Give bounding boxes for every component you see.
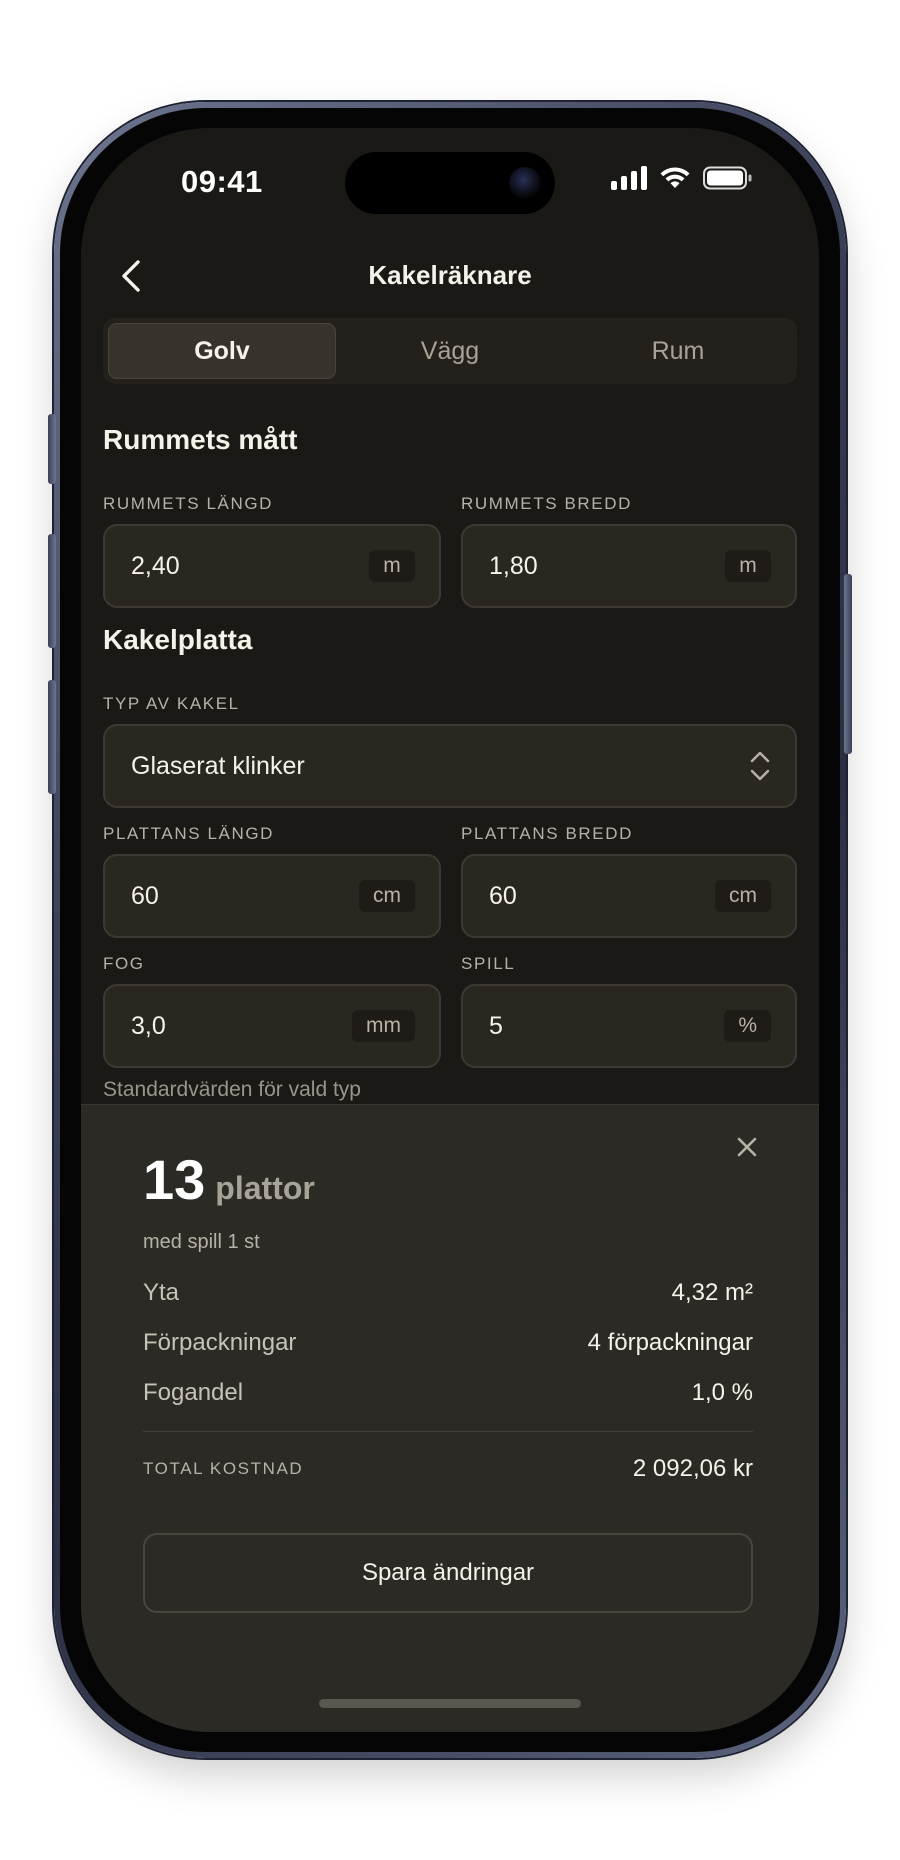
tile-width-input[interactable]: 60 cm xyxy=(461,854,797,938)
joint-value: 3,0 xyxy=(131,1011,166,1040)
joint-share-value: 1,0 % xyxy=(691,1379,753,1406)
tile-section-title: Kakelplatta xyxy=(103,624,253,655)
tile-width-unit: cm xyxy=(715,880,771,912)
total-cost-value: 2 092,06 kr xyxy=(632,1455,753,1482)
waste-value: 5 xyxy=(489,1011,503,1040)
tile-length-unit: cm xyxy=(359,880,415,912)
tile-width-label: PLATTANS BREDD xyxy=(461,824,633,843)
area-value: 4,32 m² xyxy=(671,1279,753,1306)
waste-count-subtitle: med spill 1 st xyxy=(143,1231,260,1253)
result-row-joint-share: Fogandel 1,0 % xyxy=(143,1379,753,1407)
packages-label: Förpackningar xyxy=(143,1329,297,1356)
tile-length-label: PLATTANS LÄNGD xyxy=(103,824,275,843)
joint-share-label: Fogandel xyxy=(143,1379,244,1406)
cellular-signal-icon xyxy=(611,166,647,190)
app-screen: 09:41 Kakelräknare Golv Vägg Rum Rummets… xyxy=(81,128,819,1732)
close-icon xyxy=(737,1137,757,1157)
defaults-helper-text: Standardvärden för vald typ xyxy=(103,1078,361,1101)
tab-rum[interactable]: Rum xyxy=(564,323,792,379)
room-section-title: Rummets mått xyxy=(103,424,298,455)
volume-down-button xyxy=(48,680,56,794)
tab-vagg[interactable]: Vägg xyxy=(336,323,564,379)
room-width-input[interactable]: 1,80 m xyxy=(461,524,797,608)
tile-count-unit: plattor xyxy=(215,1170,315,1206)
tile-length-input[interactable]: 60 cm xyxy=(103,854,441,938)
tile-length-value: 60 xyxy=(131,881,159,910)
result-panel: 13 plattor med spill 1 st Yta 4,32 m² Fö… xyxy=(81,1104,819,1732)
wifi-icon xyxy=(660,167,690,188)
action-button xyxy=(48,414,56,484)
room-length-label: RUMMETS LÄNGD xyxy=(103,494,274,513)
status-icons xyxy=(611,166,753,190)
waste-label: SPILL xyxy=(461,954,516,973)
room-length-value: 2,40 xyxy=(131,551,180,580)
tile-type-label: TYP AV KAKEL xyxy=(103,694,240,713)
area-label: Yta xyxy=(143,1279,180,1306)
mode-segmented-control: Golv Vägg Rum xyxy=(103,318,797,384)
dynamic-island xyxy=(345,152,555,214)
status-bar: 09:41 xyxy=(81,128,819,228)
status-time: 09:41 xyxy=(181,164,263,199)
volume-up-button xyxy=(48,534,56,648)
save-changes-button[interactable]: Spara ändringar xyxy=(143,1533,753,1613)
room-width-value: 1,80 xyxy=(489,551,538,580)
tab-golv[interactable]: Golv xyxy=(108,323,336,379)
room-length-unit: m xyxy=(369,550,415,582)
waste-unit: % xyxy=(724,1010,771,1042)
result-row-total: TOTAL KOSTNAD 2 092,06 kr xyxy=(143,1455,753,1483)
page-title: Kakelräknare xyxy=(368,260,532,290)
tile-width-value: 60 xyxy=(489,881,517,910)
tile-count: 13 xyxy=(143,1148,206,1211)
joint-label: FOG xyxy=(103,954,145,973)
joint-unit: mm xyxy=(352,1010,415,1042)
battery-icon xyxy=(703,166,752,190)
room-width-unit: m xyxy=(725,550,771,582)
home-indicator[interactable] xyxy=(319,1699,581,1708)
close-result-button[interactable] xyxy=(725,1125,769,1169)
result-headline: 13 plattor xyxy=(143,1147,315,1212)
tile-type-select[interactable]: Glaserat klinker xyxy=(103,724,797,808)
joint-input[interactable]: 3,0 mm xyxy=(103,984,441,1068)
room-length-input[interactable]: 2,40 m xyxy=(103,524,441,608)
packages-value: 4 förpackningar xyxy=(587,1329,753,1356)
result-divider xyxy=(143,1431,753,1432)
room-width-label: RUMMETS BREDD xyxy=(461,494,632,513)
power-button xyxy=(844,574,852,754)
navigation-bar: Kakelräknare xyxy=(81,228,819,324)
tile-type-value: Glaserat klinker xyxy=(131,751,305,780)
total-cost-label: TOTAL KOSTNAD xyxy=(143,1459,304,1478)
waste-input[interactable]: 5 % xyxy=(461,984,797,1068)
result-row-area: Yta 4,32 m² xyxy=(143,1279,753,1307)
front-camera-icon xyxy=(509,167,541,199)
result-row-packages: Förpackningar 4 förpackningar xyxy=(143,1329,753,1357)
chevron-up-down-icon xyxy=(750,751,770,781)
